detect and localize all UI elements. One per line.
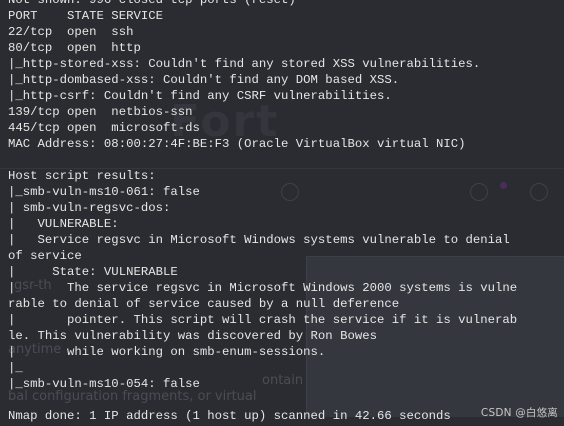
- terminal-window: { "background_fragments": { "heading": "…: [0, 0, 564, 426]
- terminal-line: |_smb-vuln-ms10-054: false: [8, 377, 200, 391]
- terminal-line: 80/tcp open http: [8, 41, 141, 55]
- terminal-line: | The service regsvc in Microsoft Window…: [8, 281, 518, 295]
- terminal-line: Not shown: 996 closed tcp ports (reset): [8, 0, 296, 7]
- terminal-line: | Service regsvc in Microsoft Windows sy…: [8, 233, 510, 247]
- terminal-line: | pointer. This script will crash the se…: [8, 313, 518, 327]
- terminal-line: MAC Address: 08:00:27:4F:BE:F3 (Oracle V…: [8, 137, 466, 151]
- terminal-line: 139/tcp open netbios-ssn: [8, 105, 193, 119]
- terminal-line: |_http-dombased-xss: Couldn't find any D…: [8, 73, 400, 87]
- terminal-line: 445/tcp open microsoft-ds: [8, 121, 200, 135]
- terminal-output[interactable]: Not shown: 996 closed tcp ports (reset) P…: [8, 0, 564, 424]
- terminal-line: PORT STATE SERVICE: [8, 9, 163, 23]
- terminal-line: | while working on smb-enum-sessions.: [8, 345, 326, 359]
- terminal-line: Host script results:: [8, 169, 156, 183]
- terminal-line: le. This vulnerability was discovered by…: [8, 329, 377, 343]
- terminal-line: |_http-stored-xss: Couldn't find any sto…: [8, 57, 481, 71]
- terminal-line: | smb-vuln-regsvc-dos:: [8, 201, 171, 215]
- csdn-watermark: CSDN @白悠离: [480, 407, 558, 419]
- terminal-line: of service: [8, 249, 82, 263]
- terminal-line: |_: [8, 361, 23, 375]
- terminal-line: |_smb-vuln-ms10-061: false: [8, 185, 200, 199]
- terminal-line: |_http-csrf: Couldn't find any CSRF vuln…: [8, 89, 392, 103]
- terminal-line: | VULNERABLE:: [8, 217, 119, 231]
- terminal-line: 22/tcp open ssh: [8, 25, 134, 39]
- terminal-line: | State: VULNERABLE: [8, 265, 178, 279]
- terminal-line: rable to denial of service caused by a n…: [8, 297, 400, 311]
